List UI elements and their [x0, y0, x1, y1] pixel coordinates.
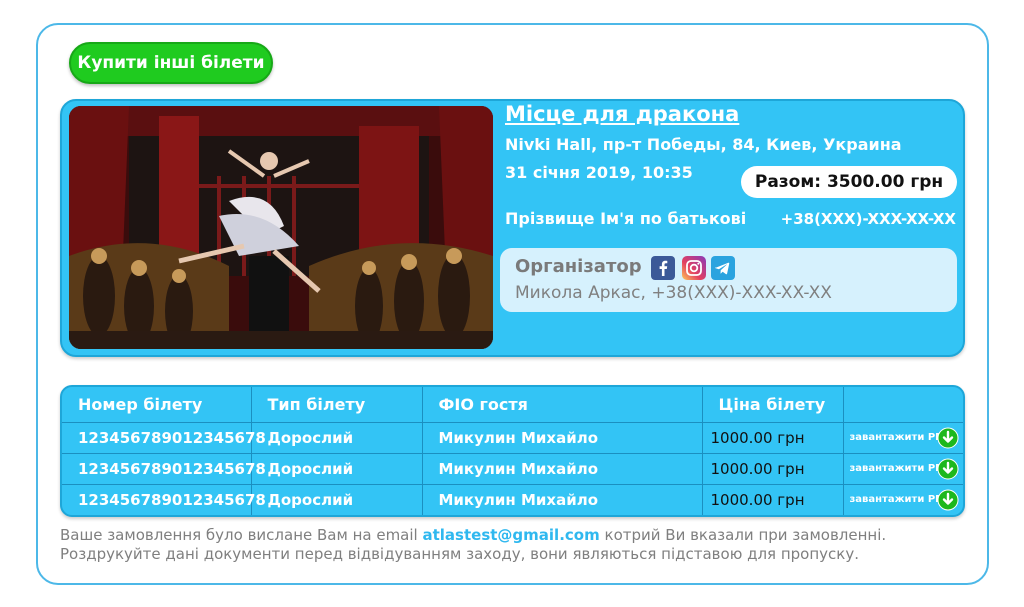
download-pdf-label: завантажити PDF [849, 432, 951, 443]
buy-other-tickets-button[interactable]: Купити інші білети [69, 42, 273, 84]
table-row: 123456789012345678 Дорослий Микулин Миха… [62, 484, 963, 515]
ticket-price: 1000.00 грн [702, 453, 844, 485]
column-header-price: Ціна білету [702, 387, 844, 423]
download-pdf-button[interactable]: завантажити PDF [850, 489, 960, 511]
facebook-icon[interactable] [651, 256, 675, 280]
ticket-number: 123456789012345678 [62, 422, 266, 454]
ticket-type: Дорослий [251, 453, 423, 485]
download-arrow-icon [937, 427, 959, 448]
column-header-download [843, 387, 963, 423]
guest-phone: +38(XXX)-XXX-XX-XX [780, 210, 956, 228]
event-address: Nivki Hall, пр-т Победы, 84, Киев, Украи… [505, 135, 902, 154]
event-photo [69, 106, 493, 349]
guest-name: Прізвище Ім'я по батькові [505, 209, 747, 228]
column-header-ticket-number: Номер білету [62, 387, 252, 423]
event-datetime: 31 січня 2019, 10:35 [505, 163, 693, 182]
ticket-price: 1000.00 грн [702, 484, 844, 515]
download-pdf-label: завантажити PDF [849, 463, 951, 474]
ticket-price: 1000.00 грн [702, 422, 844, 454]
notice-print-instruction: Роздрукуйте дані документи перед відвіду… [60, 545, 859, 563]
ticket-number: 123456789012345678 [62, 453, 266, 485]
ballet-performance-photo [69, 106, 493, 349]
ticket-type: Дорослий [251, 484, 423, 515]
table-row: 123456789012345678 Дорослий Микулин Миха… [62, 422, 963, 454]
download-pdf-label: завантажити PDF [849, 494, 951, 506]
ticket-guest: Микулин Михайло [422, 453, 703, 485]
tickets-table: Номер білету Тип білету ФІО гостя Ціна б… [60, 385, 965, 517]
order-notice: Ваше замовлення було вислане Вам на emai… [60, 526, 940, 564]
organizer-box: Організатор Микола Аркас, +38(XXX)-XXX-X… [500, 248, 957, 312]
download-pdf-button[interactable]: завантажити PDF [850, 458, 960, 480]
column-header-ticket-type: Тип білету [251, 387, 423, 423]
order-total: Разом: 3500.00 грн [741, 166, 957, 198]
ticket-guest: Микулин Михайло [422, 422, 703, 454]
notice-text-before-email: Ваше замовлення було вислане Вам на emai… [60, 526, 418, 544]
organizer-contact: Микола Аркас, +38(XXX)-XXX-XX-XX [515, 283, 832, 303]
instagram-icon[interactable] [682, 256, 706, 280]
download-pdf-cell: завантажити PDF [843, 484, 963, 515]
download-pdf-cell: завантажити PDF [843, 453, 963, 485]
ticket-guest: Микулин Михайло [422, 484, 703, 515]
notice-email-link[interactable]: atlastest@gmail.com [423, 526, 600, 544]
table-header-row: Номер білету Тип білету ФІО гостя Ціна б… [62, 387, 963, 423]
notice-text-after-email: котрий Ви вказали при замовленні. [604, 526, 887, 544]
organizer-label: Організатор [515, 256, 642, 277]
download-arrow-icon [937, 458, 959, 479]
column-header-guest: ФІО гостя [422, 387, 703, 423]
ticket-number: 123456789012345678 [62, 484, 266, 515]
download-pdf-button[interactable]: завантажити PDF [850, 427, 960, 449]
ticket-type: Дорослий [251, 422, 423, 454]
telegram-icon[interactable] [711, 256, 735, 280]
table-row: 123456789012345678 Дорослий Микулин Миха… [62, 453, 963, 485]
download-pdf-cell: завантажити PDF [843, 422, 963, 454]
event-title[interactable]: Місце для дракона [505, 102, 739, 126]
download-arrow-icon [937, 489, 959, 511]
